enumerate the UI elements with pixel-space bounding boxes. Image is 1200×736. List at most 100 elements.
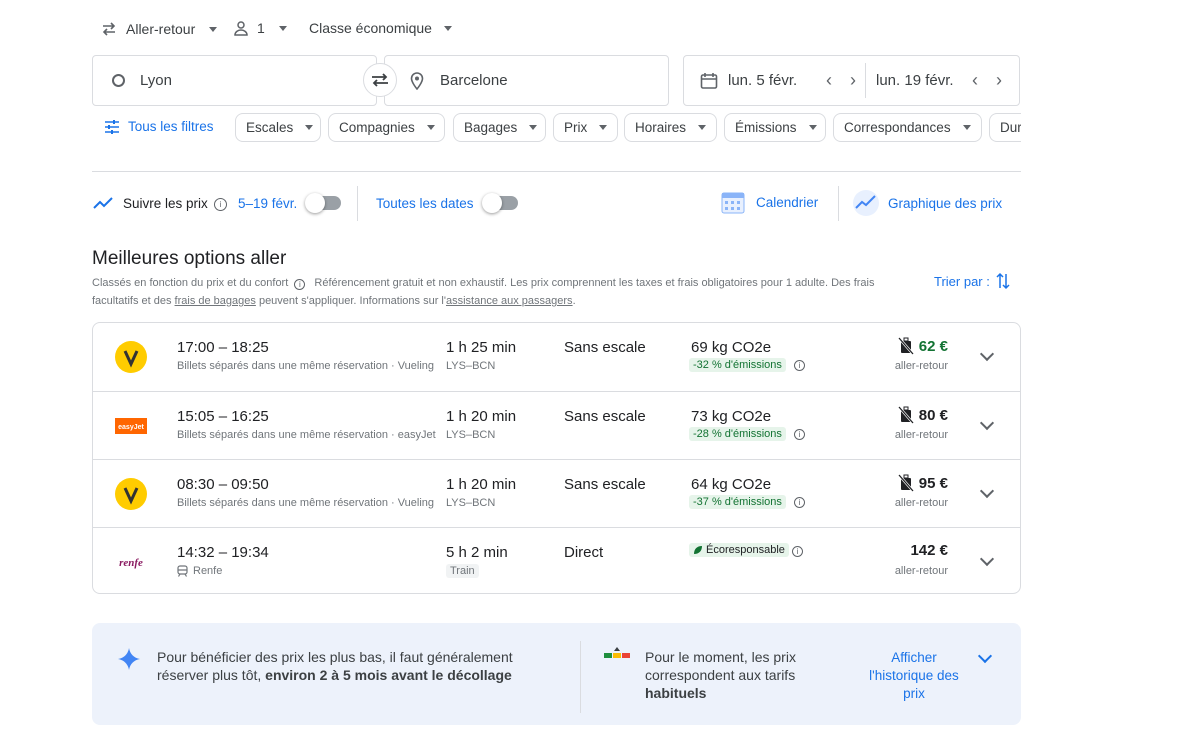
depart-date: lun. 5 févr. xyxy=(728,72,798,89)
flight-duration: 1 h 20 min xyxy=(446,408,517,425)
flight-row[interactable]: renfe 14:32 – 19:34 Renfe 5 h 2 min Trai… xyxy=(93,527,1020,595)
filter-chip-bags[interactable]: Bagages xyxy=(453,113,546,142)
chip-label: Correspondances xyxy=(844,120,951,135)
calendar-icon xyxy=(700,72,718,89)
passengers-select[interactable]: 1 xyxy=(233,20,287,36)
expand-chevron-icon[interactable] xyxy=(979,415,995,431)
caret-down-icon xyxy=(698,125,707,130)
eco-badge: Écoresponsable xyxy=(689,543,789,557)
price-type: aller-retour xyxy=(894,360,948,372)
cabin-class-select[interactable]: Classe économique xyxy=(309,20,452,36)
next-depart-date-icon[interactable]: › xyxy=(850,70,856,91)
origin-field[interactable]: Lyon xyxy=(92,55,377,106)
sort-icon xyxy=(996,272,1010,290)
filter-chip-connections[interactable]: Correspondances xyxy=(833,113,982,142)
caret-down-icon xyxy=(278,25,287,31)
price-history-link[interactable]: Afficher l'historique des prix xyxy=(862,649,966,703)
origin-circle-icon xyxy=(112,74,125,87)
info-icon[interactable]: i xyxy=(294,279,306,290)
flight-route: LYS–BCN xyxy=(446,497,496,509)
track-prices-toggle[interactable] xyxy=(305,193,341,213)
results-title: Meilleures options aller xyxy=(92,248,287,269)
filter-chip-emissions[interactable]: Émissions xyxy=(724,113,826,142)
caret-down-icon xyxy=(209,26,218,32)
no-carry-on-bag-icon xyxy=(897,337,914,355)
passengers-count: 1 xyxy=(257,20,265,36)
filter-chip-duration[interactable]: Dur xyxy=(989,113,1021,142)
caret-down-icon xyxy=(808,125,817,130)
passenger-assistance-link[interactable]: assistance aux passagers xyxy=(446,295,573,307)
calendar-button[interactable]: Calendrier xyxy=(720,189,818,215)
easyjet-logo: easyJet xyxy=(115,418,147,434)
destination-value: Barcelone xyxy=(440,72,508,89)
disclaimer-text-cont: facultatifs et des xyxy=(92,295,175,307)
chip-label: Émissions xyxy=(735,120,797,135)
price-graph-label: Graphique des prix xyxy=(888,195,1003,211)
filter-chip-stops[interactable]: Escales xyxy=(235,113,321,142)
caret-down-icon xyxy=(529,125,538,130)
flight-price: 62 € xyxy=(897,337,948,355)
trip-type-select[interactable]: Aller-retour xyxy=(100,20,218,38)
price-level-icon xyxy=(604,647,630,658)
swap-icon xyxy=(372,73,388,87)
vueling-logo xyxy=(115,341,147,373)
next-return-date-icon[interactable]: › xyxy=(996,70,1002,91)
info-icon[interactable]: i xyxy=(792,546,803,557)
all-dates-toggle[interactable] xyxy=(482,193,518,213)
prev-return-date-icon[interactable]: ‹ xyxy=(972,70,978,91)
date-divider xyxy=(865,63,866,98)
prev-depart-date-icon[interactable]: ‹ xyxy=(826,70,832,91)
vertical-divider xyxy=(580,641,581,713)
swap-locations-button[interactable] xyxy=(363,63,397,97)
flight-row[interactable]: easyJet 15:05 – 16:25 Billets séparés da… xyxy=(93,391,1020,459)
filter-chip-price[interactable]: Prix xyxy=(553,113,618,142)
flight-row[interactable]: 08:30 – 09:50 Billets séparés dans une m… xyxy=(93,459,1020,527)
flight-price: 95 € xyxy=(897,474,948,492)
vertical-divider xyxy=(838,186,839,221)
price-graph-icon xyxy=(853,190,879,216)
flight-times: 15:05 – 16:25 xyxy=(177,408,269,425)
train-stops: Direct xyxy=(564,544,604,561)
flight-price: 80 € xyxy=(897,406,948,424)
track-prices-label: Suivre les prix xyxy=(123,196,208,211)
date-field[interactable]: lun. 5 févr. ‹ › lun. 19 févr. ‹ › xyxy=(683,55,1020,106)
vertical-divider xyxy=(357,186,358,221)
chip-label: Compagnies xyxy=(339,120,415,135)
info-icon[interactable]: i xyxy=(214,198,227,211)
price-highlight: habituels xyxy=(645,685,707,701)
expand-chevron-icon[interactable] xyxy=(979,551,995,567)
calendar-grid-icon xyxy=(721,192,745,214)
train-icon xyxy=(177,565,188,577)
destination-field[interactable]: Barcelone xyxy=(384,55,669,106)
sparkle-icon xyxy=(118,648,140,670)
results-disclaimer: Classés en fonction du prix et du confor… xyxy=(92,274,922,310)
emissions-badge: -32 % d'émissions xyxy=(689,358,786,372)
info-icon[interactable]: i xyxy=(794,360,805,371)
flight-co2: 73 kg CO2e xyxy=(691,408,772,425)
all-filters-button[interactable]: Tous les filtres xyxy=(104,119,214,134)
flight-times: 08:30 – 09:50 xyxy=(177,476,269,493)
caret-down-icon xyxy=(599,125,608,130)
toggle-knob xyxy=(482,193,502,213)
disclaimer-ranking: Classés en fonction du prix et du confor… xyxy=(92,277,289,289)
filter-chip-times[interactable]: Horaires xyxy=(624,113,717,142)
swap-arrows-icon xyxy=(102,22,116,36)
tip-line-1: Pour bénéficier des prix les plus bas, i… xyxy=(157,649,513,665)
price-type: aller-retour xyxy=(894,565,948,577)
info-icon[interactable]: i xyxy=(794,497,805,508)
chip-label: Prix xyxy=(564,120,588,135)
insights-panel: Pour bénéficier des prix les plus bas, i… xyxy=(92,623,1021,725)
info-icon[interactable]: i xyxy=(794,429,805,440)
expand-chevron-icon[interactable] xyxy=(979,483,995,499)
flight-subtitle: Billets séparés dans une même réservatio… xyxy=(177,429,436,441)
flight-route: LYS–BCN xyxy=(446,429,496,441)
svg-text:easyJet: easyJet xyxy=(118,424,144,431)
expand-chevron-icon[interactable] xyxy=(977,648,993,664)
sort-button[interactable]: Trier par : xyxy=(934,272,1011,290)
filter-chip-airlines[interactable]: Compagnies xyxy=(328,113,445,142)
caret-down-icon xyxy=(426,125,435,130)
price-graph-button[interactable]: Graphique des prix xyxy=(852,189,1002,217)
expand-chevron-icon[interactable] xyxy=(979,346,995,362)
bag-fees-link[interactable]: frais de bagages xyxy=(175,295,256,307)
flight-row[interactable]: 17:00 – 18:25 Billets séparés dans une m… xyxy=(93,323,1020,391)
